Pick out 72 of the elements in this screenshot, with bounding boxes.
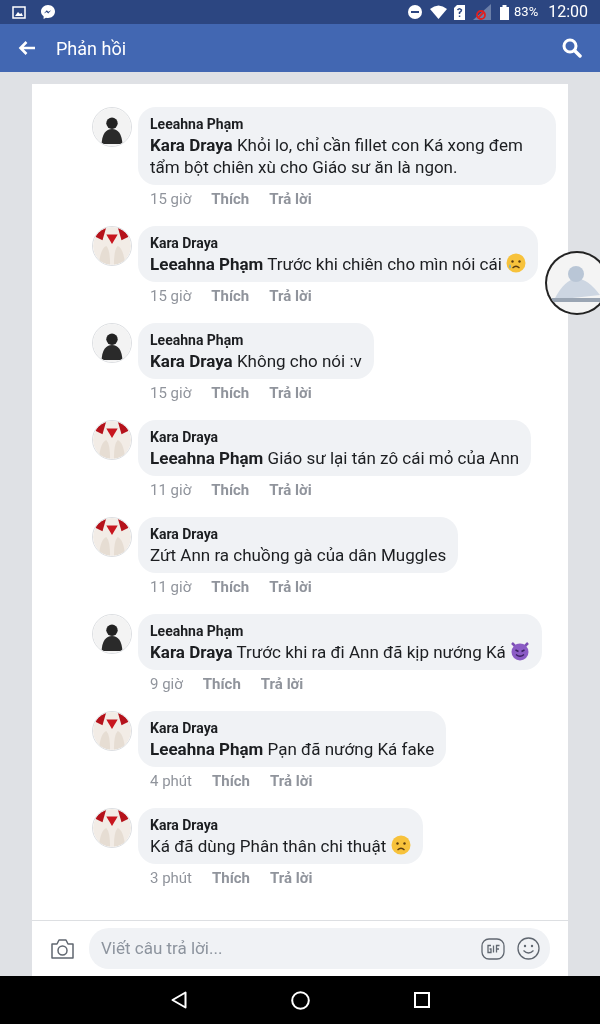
no-signal-icon	[473, 4, 491, 20]
reply-link[interactable]: Trả lời	[269, 189, 312, 209]
avatar[interactable]	[92, 107, 132, 147]
like-link[interactable]: Thích	[212, 771, 251, 791]
crying-face-icon	[506, 253, 527, 273]
comment-author[interactable]: Kara Draya	[150, 815, 411, 835]
comment-text: Zứt Ann ra chuồng gà của dân Muggles	[150, 544, 447, 566]
recents-icon[interactable]	[413, 992, 430, 1008]
reply-link[interactable]: Trả lời	[260, 674, 304, 694]
comment-time: 11 giờ	[150, 480, 192, 500]
comment-author[interactable]: Kara Draya	[150, 427, 520, 447]
avatar[interactable]	[92, 711, 132, 751]
avatar[interactable]	[92, 517, 132, 557]
home-icon[interactable]	[290, 990, 310, 1010]
gallery-icon	[12, 5, 26, 19]
avatar[interactable]	[92, 226, 132, 266]
do-not-disturb-icon	[408, 5, 422, 19]
battery-icon	[500, 4, 509, 20]
comment-author[interactable]: Leeahna Phạm	[150, 114, 544, 134]
comment-text: Leeahna Phạm Pạn đã nướng Ká fake	[150, 738, 435, 760]
comment-text: Leeahna Phạm Trước khi chiên cho mìn nói cái	[150, 253, 527, 275]
camera-icon[interactable]	[50, 937, 75, 960]
chat-head[interactable]	[544, 250, 600, 316]
search-icon[interactable]	[562, 38, 582, 58]
gif-icon[interactable]	[481, 937, 505, 960]
comment-time: 9 giờ	[150, 674, 183, 694]
comment-text: Leeahna Phạm Giáo sư lại tán zô cái mỏ của Ann	[150, 447, 520, 469]
comment-time: 11 giờ	[150, 577, 192, 597]
like-link[interactable]: Thích	[211, 286, 250, 306]
comment-text: Kara Draya Khỏi lo, chỉ cần fillet con Ká xong đem tẩm bột chiên xù cho Giáo sư ăn là ngon.	[150, 134, 524, 178]
like-link[interactable]: Thích	[211, 189, 250, 209]
reply-input-field[interactable]: Viết câu trả lời...	[101, 935, 481, 962]
frowning-face-icon	[390, 835, 411, 855]
like-link[interactable]: Thích	[211, 577, 250, 597]
like-link[interactable]: Thích	[202, 674, 241, 694]
battery-percentage: 83%	[514, 3, 539, 22]
reply-link[interactable]: Trả lời	[269, 577, 312, 597]
avatar[interactable]	[92, 808, 132, 848]
comment-text: Kara Draya Trước khi ra đi Ann đã kịp nướng Ká	[150, 641, 531, 663]
reply-link[interactable]: Trả lời	[270, 868, 313, 888]
back-icon[interactable]	[170, 991, 187, 1009]
reply-link[interactable]: Trả lời	[269, 286, 312, 306]
reply-field[interactable]: Viết câu trả lời...	[89, 928, 550, 969]
comment-author[interactable]: Leeahna Phạm	[150, 621, 531, 641]
page-title: Phản hồi	[56, 36, 127, 61]
sim-card-icon	[454, 4, 465, 20]
comment-time: 15 giờ	[150, 189, 192, 209]
comment-author[interactable]: Kara Draya	[150, 233, 527, 253]
comment-time: 15 giờ	[150, 383, 192, 403]
devil-face-icon	[510, 641, 531, 661]
emoji-icon[interactable]	[517, 937, 540, 960]
avatar[interactable]	[92, 420, 132, 460]
messenger-icon	[40, 4, 56, 20]
wifi-icon	[430, 5, 447, 19]
back-arrow-icon[interactable]	[18, 40, 36, 56]
avatar[interactable]	[92, 614, 132, 654]
like-link[interactable]: Thích	[212, 868, 251, 888]
reply-link[interactable]: Trả lời	[270, 771, 313, 791]
avatar[interactable]	[92, 323, 132, 363]
comment-author[interactable]: Kara Draya	[150, 524, 447, 544]
comment-time: 4 phút	[150, 771, 192, 791]
comment-text: Ká đã dùng Phân thân chi thuật	[150, 835, 411, 857]
comment-text: Kara Draya Không cho nói :v	[150, 350, 362, 372]
comment-time: 3 phút	[150, 868, 192, 888]
comment-author[interactable]: Leeahna Phạm	[150, 330, 362, 350]
like-link[interactable]: Thích	[211, 480, 250, 500]
reply-link[interactable]: Trả lời	[269, 383, 312, 403]
comment-author[interactable]: Kara Draya	[150, 718, 435, 738]
like-link[interactable]: Thích	[211, 383, 250, 403]
clock: 12:00	[548, 1, 588, 23]
comment-time: 15 giờ	[150, 286, 192, 306]
reply-link[interactable]: Trả lời	[269, 480, 312, 500]
